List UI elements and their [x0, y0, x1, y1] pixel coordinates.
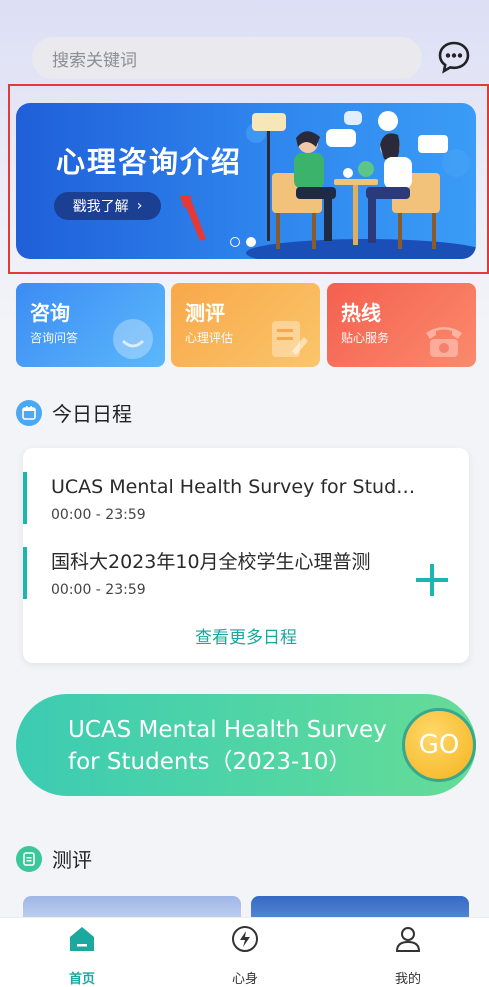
- add-schedule-icon[interactable]: [415, 563, 449, 597]
- schedule-item-time: 00:00 - 23:59: [51, 582, 146, 598]
- go-button[interactable]: GO: [402, 708, 476, 782]
- tab-mind-body[interactable]: 心身: [195, 924, 295, 987]
- smile-icon: [113, 319, 153, 359]
- schedule-item[interactable]: UCAS Mental Health Survey for Students（2…: [23, 472, 421, 524]
- user-icon: [395, 927, 421, 952]
- assessment-heading: 测评: [52, 848, 92, 872]
- survey-line-2: for Students（2023-10）: [68, 749, 352, 775]
- tab-profile[interactable]: 我的: [358, 924, 458, 987]
- telephone-icon: [426, 327, 462, 357]
- tab-profile-label: 我的: [394, 972, 421, 987]
- schedule-card: UCAS Mental Health Survey for Students（2…: [23, 448, 469, 663]
- highlight-box: [8, 84, 489, 274]
- assessment-card[interactable]: 测评 心理评估: [171, 283, 320, 367]
- view-more-schedule-link[interactable]: 查看更多日程: [23, 623, 469, 648]
- schedule-item-name: 国科大2023年10月全校学生心理普测: [51, 551, 371, 573]
- lightning-icon: [232, 926, 258, 952]
- tab-home-label: 首页: [68, 972, 95, 987]
- schedule-heading: 今日日程: [52, 402, 132, 426]
- assessment-section-header: 测评: [16, 844, 92, 873]
- search-input[interactable]: 搜索关键词: [32, 37, 422, 79]
- survey-banner[interactable]: UCAS Mental Health Survey for Students（2…: [16, 694, 476, 796]
- list-icon: [16, 845, 42, 872]
- schedule-item-time: 00:00 - 23:59: [51, 507, 146, 523]
- tab-mind-body-label: 心身: [231, 972, 258, 987]
- survey-banner-text: UCAS Mental Health Survey for Students（2…: [68, 714, 387, 778]
- schedule-section-header: 今日日程: [16, 398, 132, 427]
- schedule-item[interactable]: 国科大2023年10月全校学生心理普测 00:00 - 23:59: [23, 547, 421, 599]
- form-edit-icon: [272, 321, 308, 357]
- search-placeholder: 搜索关键词: [52, 50, 137, 71]
- tab-home[interactable]: 首页: [32, 924, 132, 987]
- hotline-card[interactable]: 热线 贴心服务: [327, 283, 476, 367]
- survey-line-1: UCAS Mental Health Survey: [68, 717, 387, 743]
- annotation-arrow: [180, 195, 206, 241]
- bottom-tab-bar: 首页 心身 我的: [0, 917, 489, 987]
- calendar-icon: [16, 399, 42, 426]
- consult-card[interactable]: 咨询 咨询问答: [16, 283, 165, 367]
- schedule-item-name: UCAS Mental Health Survey for Students（2…: [51, 476, 421, 498]
- chat-icon[interactable]: [437, 40, 471, 74]
- home-icon: [70, 927, 94, 951]
